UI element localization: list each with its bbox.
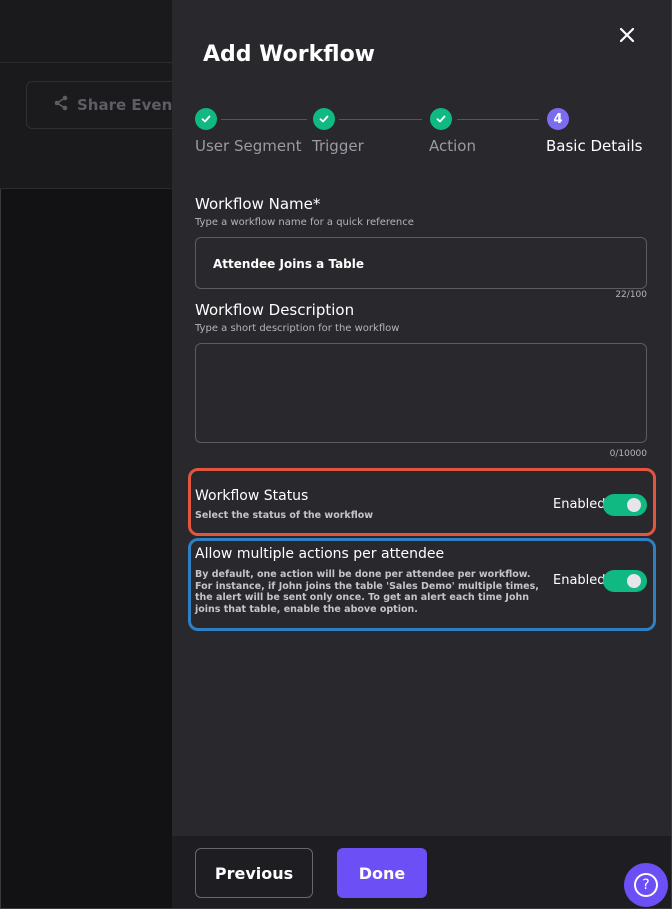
multiple-actions-label: Allow multiple actions per attendee (195, 546, 445, 562)
step-label-user-segment[interactable]: User Segment (195, 137, 301, 155)
help-icon-glyph: ? (642, 877, 650, 893)
previous-button[interactable]: Previous (195, 848, 313, 898)
done-button[interactable]: Done (337, 848, 427, 898)
multiple-actions-description: By default, one action will be done per … (195, 569, 539, 615)
step-3-check-icon (430, 108, 452, 130)
toggle-knob (627, 498, 641, 512)
multiple-actions-toggle-label: Enabled (553, 573, 606, 588)
background-divider (0, 188, 172, 189)
step-label-trigger[interactable]: Trigger (312, 137, 364, 155)
share-event-label: Share Event (77, 96, 180, 114)
step-2-check-icon (313, 108, 335, 130)
workflow-name-label: Workflow Name* (195, 195, 321, 213)
multiple-actions-toggle[interactable] (603, 570, 647, 592)
toggle-knob (627, 574, 641, 588)
step-label-basic-details[interactable]: Basic Details (546, 137, 642, 155)
background-divider (0, 62, 172, 63)
page-title: Add Workflow (203, 42, 376, 67)
step-connector (339, 119, 422, 120)
workflow-status-toggle[interactable] (603, 494, 647, 516)
workflow-description-label: Workflow Description (195, 301, 355, 319)
step-1-check-icon (195, 108, 217, 130)
workflow-description-helper: Type a short description for the workflo… (195, 323, 400, 334)
workflow-status-label: Workflow Status (195, 488, 309, 504)
workflow-name-helper: Type a workflow name for a quick referen… (195, 217, 414, 228)
help-icon: ? (634, 873, 658, 897)
step-4-number: 4 (547, 108, 569, 130)
workflow-description-textarea[interactable] (195, 343, 647, 443)
step-connector (457, 119, 539, 120)
step-label-action[interactable]: Action (429, 137, 476, 155)
workflow-name-input[interactable]: Attendee Joins a Table (195, 237, 647, 289)
workflow-name-value: Attendee Joins a Table (213, 257, 365, 271)
close-icon[interactable] (617, 25, 637, 45)
workflow-status-toggle-label: Enabled (553, 497, 606, 512)
workflow-description-counter: 0/10000 (609, 449, 647, 459)
share-icon (53, 95, 69, 115)
share-event-button[interactable]: Share Event (26, 81, 186, 129)
help-button[interactable]: ? (624, 863, 668, 907)
workflow-status-helper: Select the status of the workflow (195, 510, 374, 521)
step-connector (221, 119, 307, 120)
workflow-name-counter: 22/100 (615, 290, 647, 300)
